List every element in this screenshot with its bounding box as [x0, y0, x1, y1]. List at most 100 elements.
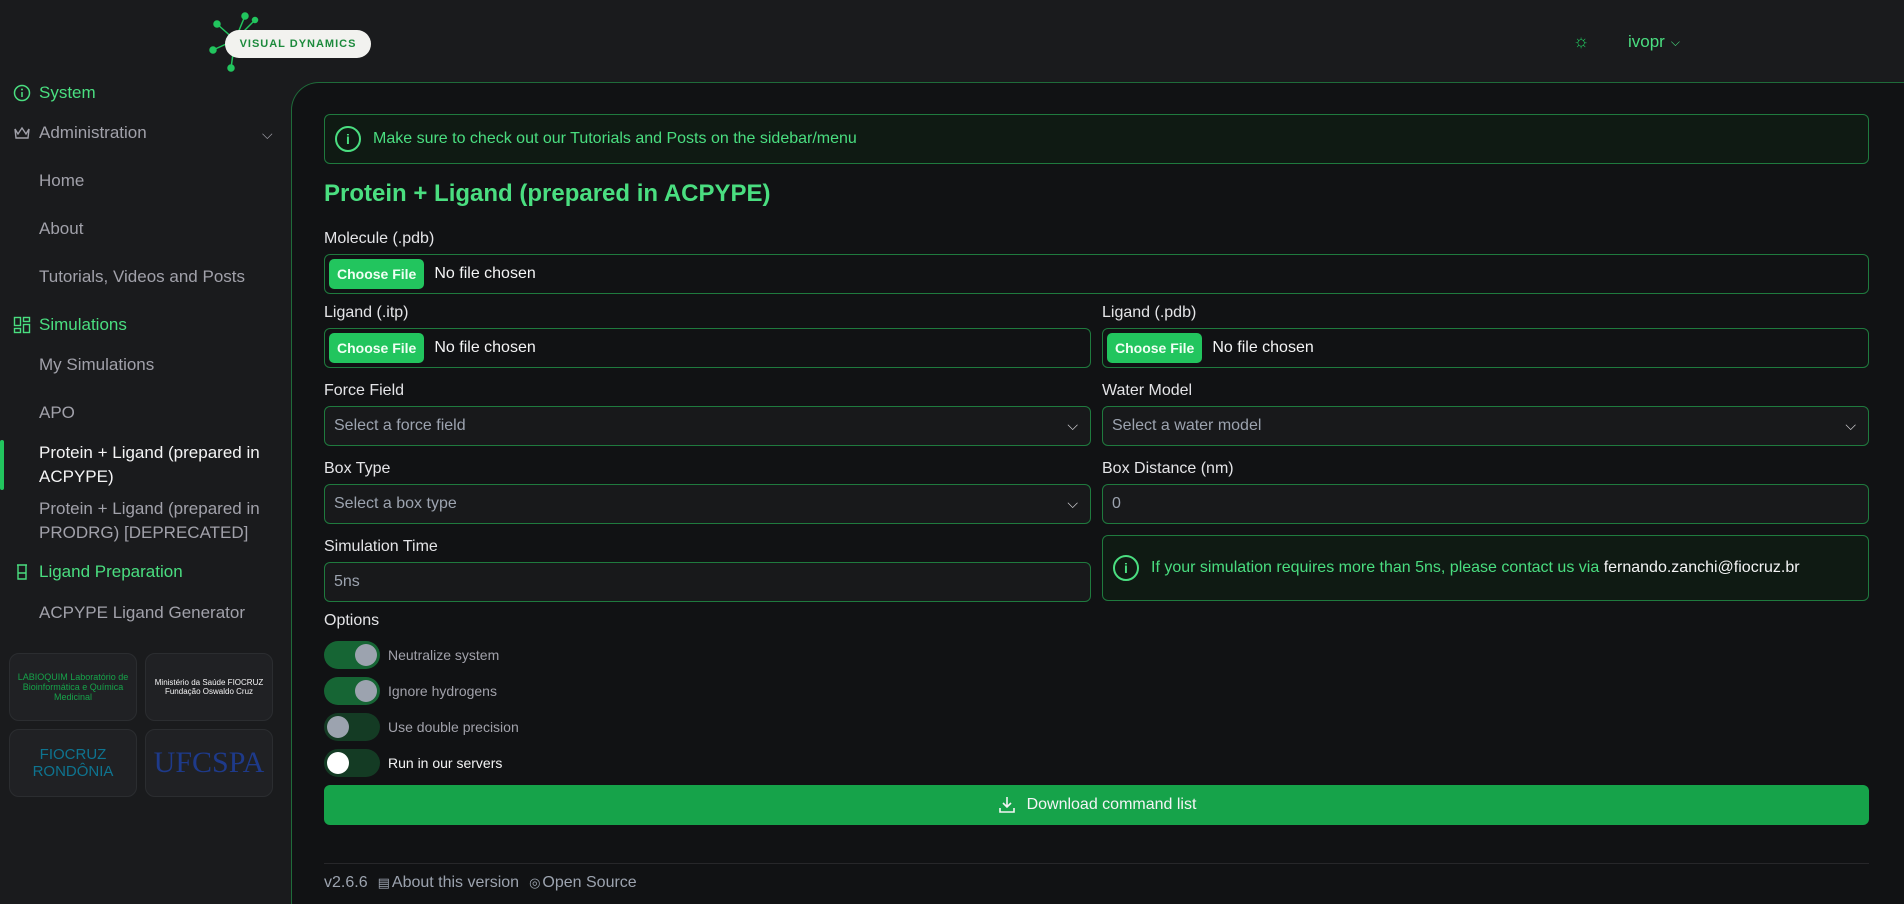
sun-icon[interactable]: ☼	[1570, 30, 1592, 52]
double-precision-label: Use double precision	[388, 719, 519, 735]
user-name: ivopr	[1628, 32, 1665, 51]
sidebar-item-tutorials[interactable]: Tutorials, Videos and Posts	[39, 265, 279, 289]
water-model-label: Water Model	[1102, 382, 1193, 399]
molecule-file-status: No file chosen	[434, 265, 536, 282]
ligand-itp-file-status: No file chosen	[434, 339, 536, 356]
visual-dynamics-logo[interactable]: VISUAL DYNAMICS	[205, 10, 375, 72]
download-label: Download command list	[1026, 796, 1197, 813]
sidebar-item-protein-ligand-acpype[interactable]: Protein + Ligand (prepared in ACPYPE)	[39, 441, 279, 489]
info-icon: i	[335, 126, 361, 152]
option-double-precision[interactable]: Use double precision	[324, 713, 519, 741]
box-type-label: Box Type	[324, 460, 391, 477]
sidebar-system-label: System	[39, 83, 96, 102]
document-icon: ▤	[377, 875, 390, 890]
beaker-icon	[13, 563, 31, 581]
logo-text: VISUAL DYNAMICS	[225, 30, 371, 58]
sidebar-administration-label: Administration	[39, 123, 147, 142]
neutralize-toggle[interactable]	[324, 641, 380, 669]
ufcspa-logo-text: UFCSPA	[153, 746, 265, 779]
download-icon	[998, 797, 1015, 813]
chevron-down-icon: ⌵	[1670, 34, 1680, 49]
force-field-label: Force Field	[324, 382, 405, 399]
ministerio-saude-fiocruz-logo[interactable]: Ministério da Saúde FIOCRUZ Fundação Osw…	[145, 653, 273, 721]
ignore-hydrogens-toggle[interactable]	[324, 677, 380, 705]
chevron-down-icon: ⌵	[1845, 417, 1856, 433]
info-circle-icon	[13, 84, 31, 102]
water-model-select[interactable]: Select a water model ⌵	[1102, 406, 1869, 446]
info-text: If your simulation requires more than 5n…	[1151, 559, 1600, 576]
box-distance-placeholder: 0	[1112, 495, 1121, 512]
sidebar-simulations-label: Simulations	[39, 315, 127, 334]
ligand-itp-label: Ligand (.itp)	[324, 304, 409, 321]
open-source-link[interactable]: ◎ Open Source	[529, 874, 637, 892]
top-bar: VISUAL DYNAMICS ☼ ivopr ⌵	[0, 0, 1904, 82]
sidebar-section-ligand-preparation[interactable]: Ligand Preparation	[13, 558, 183, 586]
crown-icon	[13, 124, 31, 142]
footer-divider	[324, 863, 1869, 864]
box-distance-input[interactable]: 0	[1102, 484, 1869, 524]
sidebar-item-acpype-generator[interactable]: ACPYPE Ligand Generator	[39, 601, 279, 625]
fiocruz-rondonia-logo[interactable]: FIOCRUZ RONDÔNIA	[9, 729, 137, 797]
ligand-itp-file-input[interactable]: Choose File No file chosen	[324, 328, 1091, 368]
double-precision-toggle[interactable]	[324, 713, 380, 741]
ligand-pdb-file-status: No file chosen	[1212, 339, 1314, 356]
user-menu[interactable]: ivopr ⌵	[1628, 30, 1680, 54]
run-servers-label: Run in our servers	[388, 755, 503, 771]
page-title: Protein + Ligand (prepared in ACPYPE)	[324, 180, 771, 207]
about-version-label: About this version	[391, 874, 520, 891]
sidebar-section-system[interactable]: System	[13, 79, 96, 107]
box-type-select[interactable]: Select a box type ⌵	[324, 484, 1091, 524]
active-indicator	[0, 440, 4, 490]
option-ignore-hydrogens[interactable]: Ignore hydrogens	[324, 677, 497, 705]
sidebar-item-protein-ligand-prodrg[interactable]: Protein + Ligand (prepared in PRODRG) [D…	[39, 497, 279, 545]
simulation-time-input[interactable]: 5ns	[324, 562, 1091, 602]
sidebar-item-my-simulations[interactable]: My Simulations	[39, 353, 279, 377]
molecule-label: Molecule (.pdb)	[324, 230, 435, 247]
ignore-hydrogens-label: Ignore hydrogens	[388, 683, 497, 699]
simulation-time-label: Simulation Time	[324, 538, 438, 555]
ministerio-logo-text: Ministério da Saúde FIOCRUZ Fundação Osw…	[154, 678, 264, 696]
chevron-down-icon: ⌵	[1067, 417, 1078, 433]
box-type-placeholder: Select a box type	[334, 495, 457, 512]
ligand-itp-choose-file-button[interactable]: Choose File	[329, 333, 425, 363]
simulation-time-placeholder: 5ns	[334, 573, 360, 590]
box-distance-label: Box Distance (nm)	[1102, 460, 1234, 477]
option-run-servers[interactable]: Run in our servers	[324, 749, 502, 777]
github-icon: ◎	[529, 875, 541, 890]
info-icon: i	[1113, 555, 1139, 581]
force-field-placeholder: Select a force field	[334, 417, 466, 434]
water-model-placeholder: Select a water model	[1112, 417, 1262, 434]
options-label: Options	[324, 612, 380, 629]
simulation-time-info: i If your simulation requires more than …	[1102, 535, 1869, 601]
molecule-choose-file-button[interactable]: Choose File	[329, 259, 425, 289]
option-neutralize[interactable]: Neutralize system	[324, 641, 499, 669]
force-field-select[interactable]: Select a force field ⌵	[324, 406, 1091, 446]
chevron-down-icon: ⌵	[1067, 495, 1078, 511]
fiocruz-logo-text: FIOCRUZ RONDÔNIA	[32, 746, 114, 780]
sidebar-item-apo[interactable]: APO	[39, 401, 279, 425]
ufcspa-logo[interactable]: UFCSPA	[145, 729, 273, 797]
sidebar-item-home[interactable]: Home	[39, 169, 279, 193]
version-text: v2.6.6	[324, 874, 368, 891]
molecule-file-input[interactable]: Choose File No file chosen	[324, 254, 1869, 294]
download-command-list-button[interactable]: Download command list	[324, 785, 1869, 825]
alert-text: Make sure to check out our Tutorials and…	[373, 130, 857, 147]
sidebar-ligand-prep-label: Ligand Preparation	[39, 562, 183, 581]
ligand-pdb-label: Ligand (.pdb)	[1102, 304, 1197, 321]
labioquim-logo-text: LABIOQUIM Laboratório de Bioinformática …	[17, 672, 129, 702]
sidebar-section-simulations[interactable]: Simulations	[13, 311, 127, 339]
sidebar-section-administration[interactable]: Administration	[13, 119, 147, 147]
open-source-label: Open Source	[542, 874, 637, 891]
ligand-pdb-file-input[interactable]: Choose File No file chosen	[1102, 328, 1869, 368]
run-servers-toggle[interactable]	[324, 749, 380, 777]
sidebar-item-about[interactable]: About	[39, 217, 279, 241]
footer: v2.6.6 ▤ About this version ◎ Open Source	[324, 874, 637, 892]
ligand-pdb-choose-file-button[interactable]: Choose File	[1107, 333, 1203, 363]
about-version-link[interactable]: ▤ About this version	[378, 874, 519, 892]
labioquim-logo[interactable]: LABIOQUIM Laboratório de Bioinformática …	[9, 653, 137, 721]
dashboard-icon	[13, 316, 31, 334]
chevron-down-icon[interactable]: ⌵	[262, 126, 273, 143]
neutralize-label: Neutralize system	[388, 647, 500, 663]
tutorials-alert: i Make sure to check out our Tutorials a…	[324, 114, 1869, 164]
contact-email[interactable]: fernando.zanchi@fiocruz.br	[1604, 559, 1800, 576]
